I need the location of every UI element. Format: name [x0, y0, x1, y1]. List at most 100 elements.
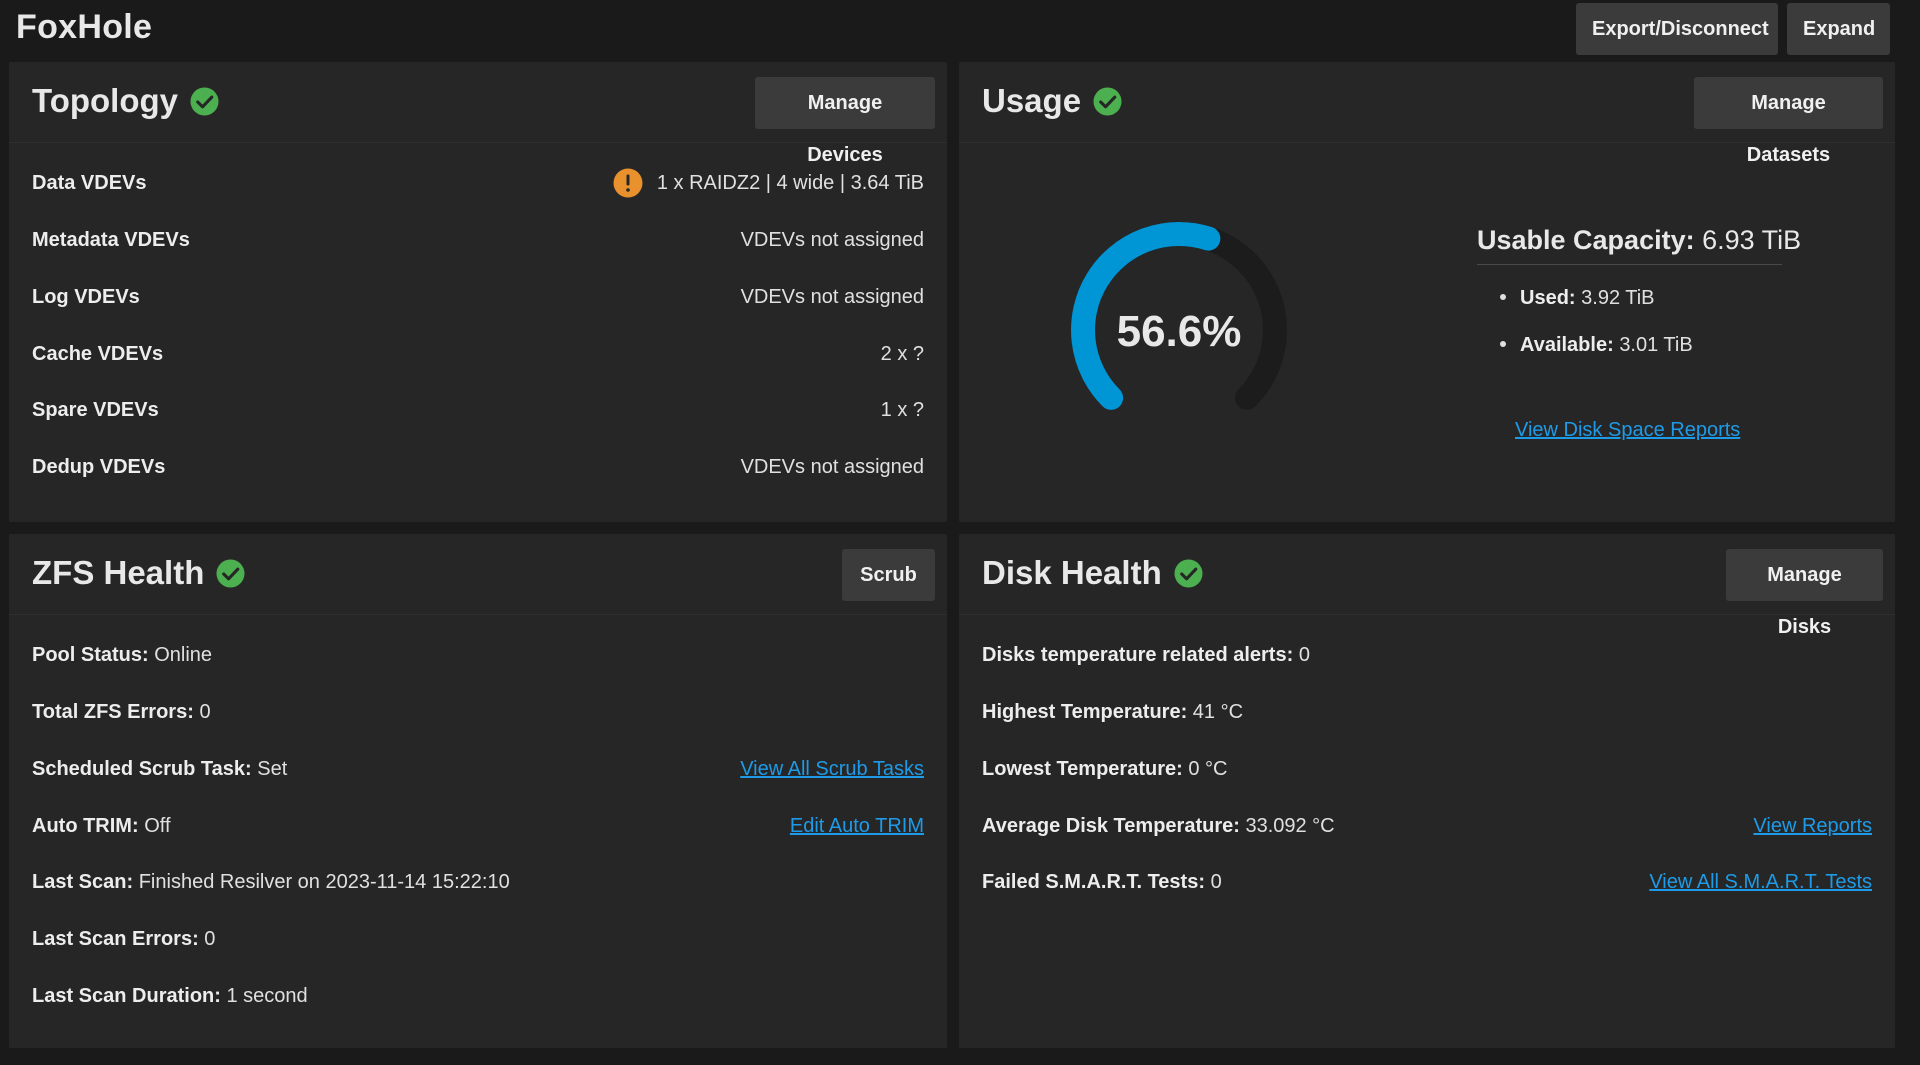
- pool-status-row: Pool Status: Online: [32, 640, 924, 670]
- expand-button[interactable]: Expand: [1787, 3, 1890, 55]
- pool-status-value: Online: [154, 644, 213, 666]
- view-disk-space-reports-link[interactable]: View Disk Space Reports: [1515, 419, 1740, 441]
- zfs-health-title: ZFS Health: [32, 554, 245, 592]
- failed-smart-label: Failed S.M.A.R.T. Tests:: [982, 871, 1205, 893]
- highest-temp-label: Highest Temperature:: [982, 701, 1188, 723]
- last-scan-errors-label: Last Scan Errors:: [32, 928, 199, 950]
- metadata-vdevs-label: Metadata VDEVs: [32, 229, 190, 251]
- data-vdevs-value: 1 x RAIDZ2 | 4 wide | 3.64 TiB: [656, 172, 924, 194]
- check-circle-icon: [1093, 86, 1122, 116]
- auto-trim-row: Auto TRIM: Off Edit Auto TRIM: [32, 811, 924, 841]
- topology-row: Metadata VDEVs VDEVs not assigned: [32, 225, 924, 255]
- usable-capacity-label: Usable Capacity:: [1477, 225, 1695, 255]
- disk-health-card: Disk Health Manage Disks Disks temperatu…: [959, 534, 1895, 1048]
- divider: [1477, 264, 1782, 265]
- topology-card: Topology Manage Devices Data VDEVs 1 x R…: [9, 62, 947, 522]
- temp-alerts-label: Disks temperature related alerts:: [982, 644, 1294, 666]
- disk-space-reports-row: View Disk Space Reports: [1515, 419, 1740, 442]
- disk-health-header: Disk Health Manage Disks: [959, 534, 1895, 638]
- avg-temp-value: 33.092 °C: [1245, 815, 1335, 837]
- avg-temp-row: Average Disk Temperature: 33.092 °C View…: [982, 811, 1872, 841]
- export-disconnect-button[interactable]: Export/Disconnect: [1576, 3, 1778, 55]
- topology-title: Topology: [32, 82, 219, 120]
- spare-vdevs-value: 1 x ?: [880, 399, 924, 421]
- last-scan-row: Last Scan: Finished Resilver on 2023-11-…: [32, 867, 924, 897]
- usage-card: Usage Manage Datasets 56.6% Usable Capac…: [959, 62, 1895, 522]
- manage-devices-button[interactable]: Manage Devices: [755, 77, 935, 166]
- metadata-vdevs-value: VDEVs not assigned: [740, 229, 924, 251]
- usable-capacity-value: 6.93 TiB: [1702, 225, 1802, 255]
- last-scan-value: Finished Resilver on 2023-11-14 15:22:10: [138, 871, 510, 893]
- usable-capacity: Usable Capacity: 6.93 TiB: [1477, 225, 1801, 256]
- last-scan-duration-label: Last Scan Duration:: [32, 985, 221, 1007]
- highest-temp-row: Highest Temperature: 41 °C: [982, 697, 1872, 727]
- spare-vdevs-label: Spare VDEVs: [32, 399, 159, 421]
- total-errors-row: Total ZFS Errors: 0: [32, 697, 924, 727]
- view-all-scrub-tasks-link[interactable]: View All Scrub Tasks: [740, 754, 924, 784]
- usage-title: Usage: [982, 82, 1122, 120]
- last-scan-label: Last Scan:: [32, 871, 134, 893]
- avg-temp-label: Average Disk Temperature:: [982, 815, 1240, 837]
- topology-row: Log VDEVs VDEVs not assigned: [32, 282, 924, 312]
- disk-health-title-text: Disk Health: [982, 554, 1162, 591]
- highest-temp-value: 41 °C: [1192, 701, 1244, 723]
- total-errors-value: 0: [199, 701, 211, 723]
- topology-row: Data VDEVs 1 x RAIDZ2 | 4 wide | 3.64 Ti…: [32, 168, 924, 198]
- cache-vdevs-value: 2 x ?: [880, 343, 924, 365]
- topology-row: Spare VDEVs 1 x ?: [32, 395, 924, 425]
- auto-trim-value: Off: [144, 815, 171, 837]
- usage-title-text: Usage: [982, 82, 1082, 119]
- available-label: Available:: [1520, 334, 1614, 356]
- topology-header: Topology Manage Devices: [9, 62, 947, 166]
- zfs-health-card: ZFS Health Scrub Pool Status: Online Tot…: [9, 534, 947, 1048]
- used-item: Used: 3.92 TiB: [1500, 287, 1655, 310]
- view-reports-link[interactable]: View Reports: [1753, 811, 1872, 841]
- temp-alerts-value: 0: [1298, 644, 1310, 666]
- edit-auto-trim-link[interactable]: Edit Auto TRIM: [790, 811, 924, 841]
- pool-status-label: Pool Status:: [32, 644, 149, 666]
- usage-percent: 56.6%: [1116, 307, 1242, 356]
- total-errors-label: Total ZFS Errors:: [32, 701, 194, 723]
- bullet: [1500, 340, 1506, 347]
- auto-trim-label: Auto TRIM:: [32, 815, 139, 837]
- check-circle-icon: [1174, 558, 1203, 588]
- dedup-vdevs-value: VDEVs not assigned: [740, 456, 924, 478]
- log-vdevs-value: VDEVs not assigned: [740, 286, 924, 308]
- topology-title-text: Topology: [32, 82, 179, 119]
- disk-health-title: Disk Health: [982, 554, 1203, 592]
- scrub-task-label: Scheduled Scrub Task:: [32, 758, 252, 780]
- topology-row: Dedup VDEVs VDEVs not assigned: [32, 452, 924, 482]
- scrub-task-value: Set: [257, 758, 288, 780]
- lowest-temp-label: Lowest Temperature:: [982, 758, 1183, 780]
- scrub-task-row: Scheduled Scrub Task: Set View All Scrub…: [32, 754, 924, 784]
- manage-datasets-button[interactable]: Manage Datasets: [1694, 77, 1883, 166]
- failed-smart-value: 0: [1210, 871, 1222, 893]
- manage-disks-button[interactable]: Manage Disks: [1726, 549, 1883, 638]
- last-scan-duration-row: Last Scan Duration: 1 second: [32, 981, 924, 1011]
- bullet: [1500, 293, 1506, 300]
- view-all-smart-tests-link[interactable]: View All S.M.A.R.T. Tests: [1649, 867, 1872, 897]
- warning-icon[interactable]: [613, 168, 643, 198]
- data-vdevs-label: Data VDEVs: [32, 172, 147, 194]
- dedup-vdevs-label: Dedup VDEVs: [32, 456, 166, 478]
- lowest-temp-row: Lowest Temperature: 0 °C: [982, 754, 1872, 784]
- zfs-health-header: ZFS Health Scrub: [9, 534, 947, 615]
- last-scan-duration-value: 1 second: [226, 985, 308, 1007]
- zfs-health-title-text: ZFS Health: [32, 554, 205, 591]
- used-value: 3.92 TiB: [1581, 287, 1655, 309]
- pool-header: FoxHole Export/Disconnect Expand: [0, 0, 1920, 62]
- scrub-button[interactable]: Scrub: [842, 549, 935, 601]
- available-value: 3.01 TiB: [1619, 334, 1693, 356]
- pool-name: FoxHole: [16, 8, 153, 46]
- log-vdevs-label: Log VDEVs: [32, 286, 140, 308]
- topology-row: Cache VDEVs 2 x ?: [32, 339, 924, 369]
- last-scan-errors-row: Last Scan Errors: 0: [32, 924, 924, 954]
- check-circle-icon: [216, 558, 245, 588]
- lowest-temp-value: 0 °C: [1188, 758, 1228, 780]
- check-circle-icon: [190, 86, 219, 116]
- usage-header: Usage Manage Datasets: [959, 62, 1895, 166]
- temp-alerts-row: Disks temperature related alerts: 0: [982, 640, 1872, 670]
- failed-smart-row: Failed S.M.A.R.T. Tests: 0 View All S.M.…: [982, 867, 1872, 897]
- cache-vdevs-label: Cache VDEVs: [32, 343, 164, 365]
- available-item: Available: 3.01 TiB: [1500, 334, 1693, 357]
